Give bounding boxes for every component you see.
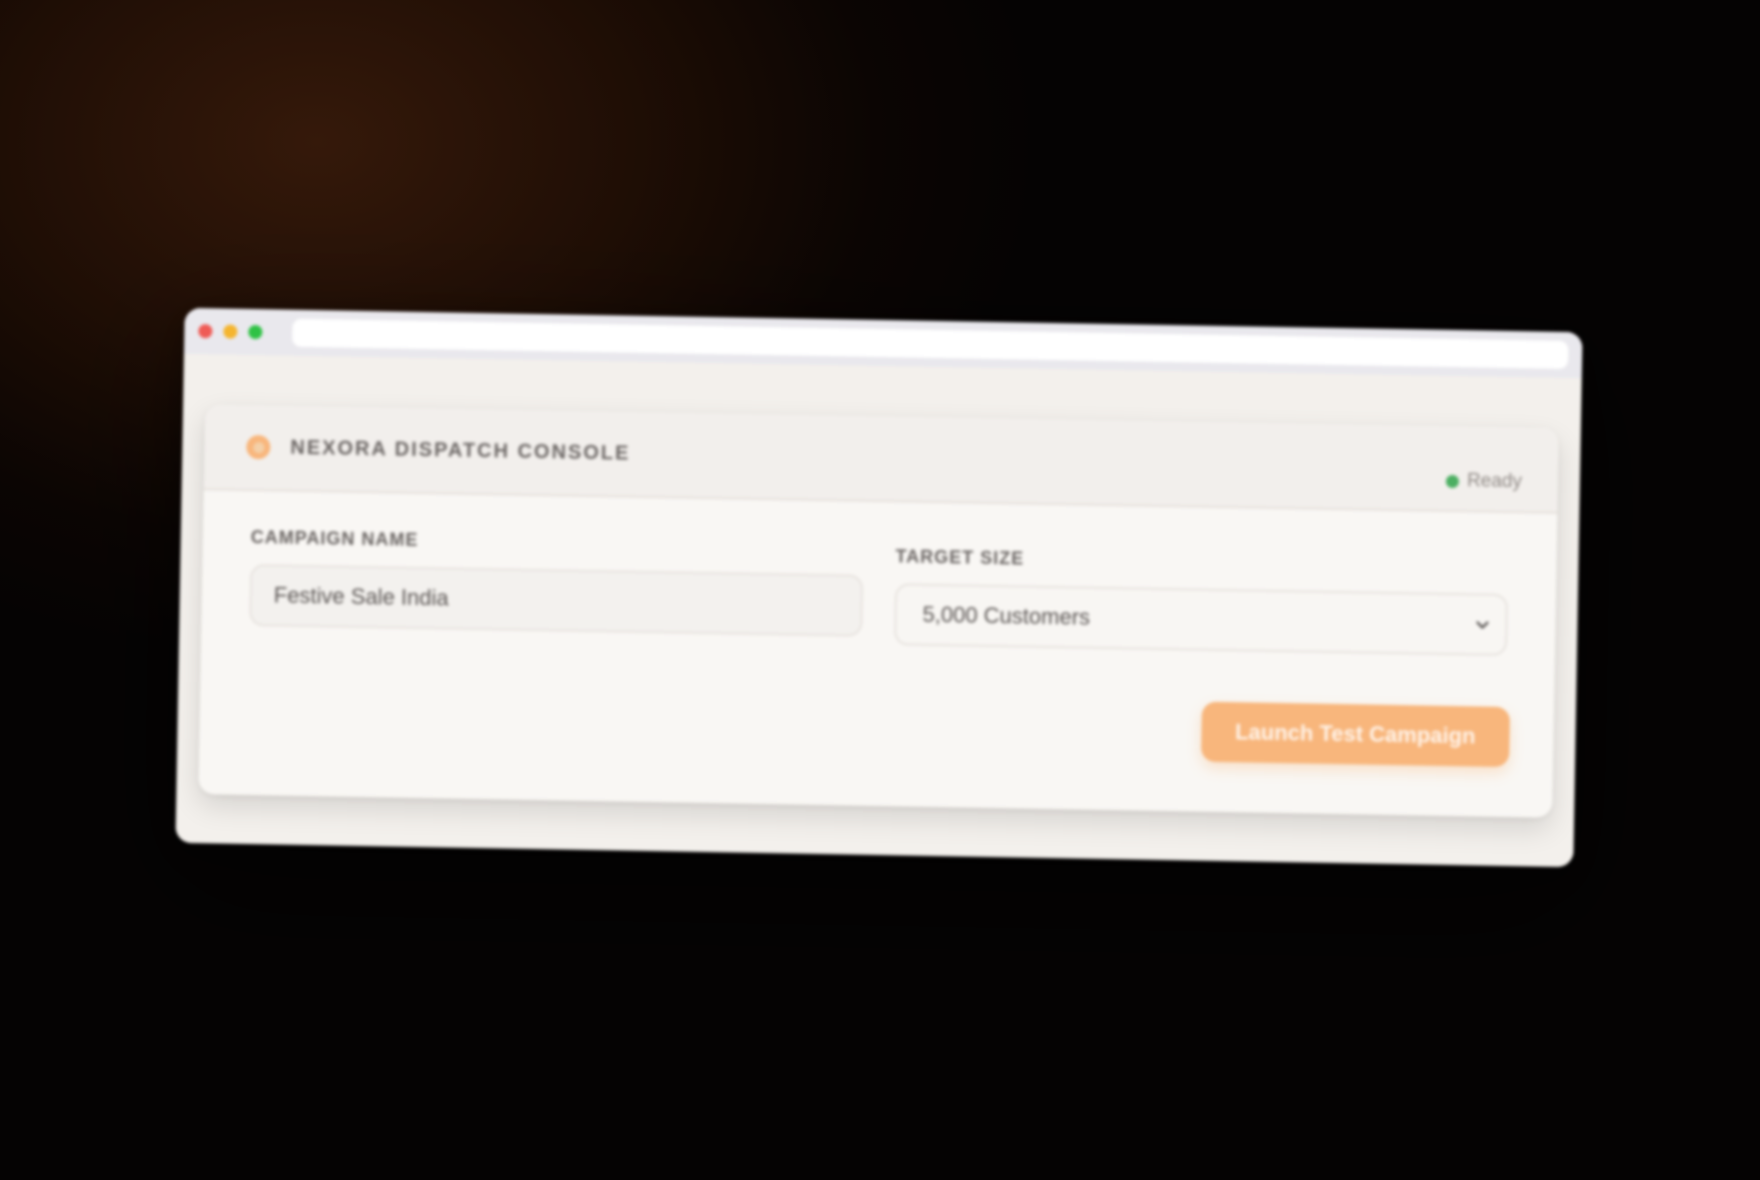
campaign-form: CAMPAIGN NAME Festive Sale India TARGET … <box>201 490 1557 657</box>
desktop-background: NEXORA DISPATCH CONSOLE Ready CAMPAIGN N… <box>0 0 1760 1180</box>
status-indicator: Ready <box>1445 470 1523 493</box>
campaign-name-label: CAMPAIGN NAME <box>250 527 419 550</box>
chevron-down-icon <box>1476 621 1489 629</box>
dispatch-console-card: NEXORA DISPATCH CONSOLE Ready CAMPAIGN N… <box>198 404 1559 818</box>
status-dot-icon <box>1445 474 1460 488</box>
minimize-window-button[interactable] <box>223 324 238 339</box>
maximize-window-button[interactable] <box>248 324 263 340</box>
console-title: NEXORA DISPATCH CONSOLE <box>290 436 631 465</box>
target-size-select[interactable]: 5,000 Customers <box>893 583 1508 656</box>
target-size-field: TARGET SIZE 5,000 Customers <box>893 538 1509 656</box>
browser-window: NEXORA DISPATCH CONSOLE Ready CAMPAIGN N… <box>175 307 1583 868</box>
logo-inner-dot <box>252 441 264 453</box>
target-size-label: TARGET SIZE <box>895 546 1025 569</box>
window-controls <box>198 324 263 340</box>
campaign-name-field: CAMPAIGN NAME Festive Sale India <box>249 527 864 645</box>
page-content: NEXORA DISPATCH CONSOLE Ready CAMPAIGN N… <box>175 353 1582 868</box>
close-window-button[interactable] <box>198 324 213 339</box>
campaign-name-input[interactable]: Festive Sale India <box>249 564 864 637</box>
form-actions: Launch Test Campaign <box>1200 701 1511 768</box>
campaign-name-value: Festive Sale India <box>273 582 449 611</box>
target-size-selected: 5,000 Customers <box>922 601 1091 630</box>
launch-test-campaign-button[interactable]: Launch Test Campaign <box>1200 701 1511 768</box>
status-text: Ready <box>1466 470 1523 493</box>
logo-icon <box>246 434 271 460</box>
